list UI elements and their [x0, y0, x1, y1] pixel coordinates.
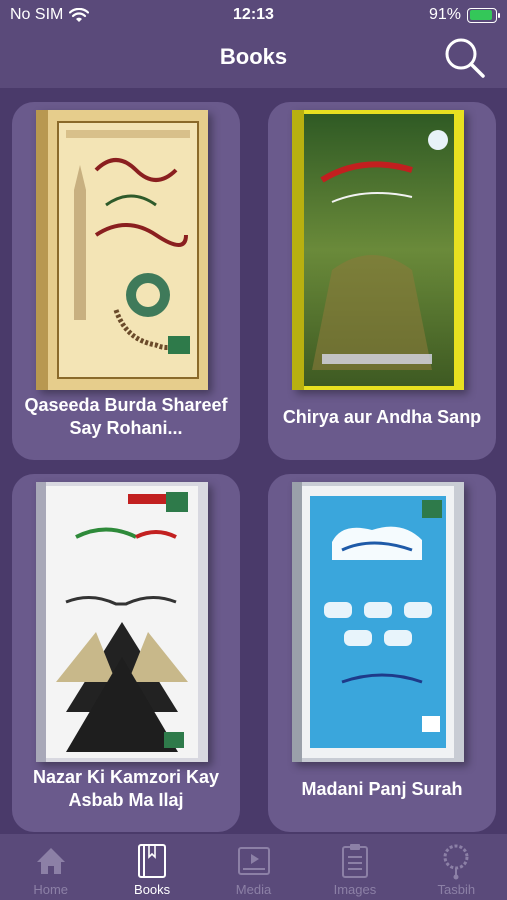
- tab-tasbih[interactable]: Tasbih: [406, 834, 507, 900]
- battery-icon: [467, 7, 500, 23]
- book-card[interactable]: Qaseeda Burda Shareef Say Rohani...: [12, 102, 240, 460]
- tab-images[interactable]: Images: [304, 834, 405, 900]
- tab-label: Books: [134, 882, 171, 897]
- tab-label: Tasbih: [437, 882, 476, 897]
- search-icon: [445, 38, 485, 78]
- books-grid: Qaseeda Burda Shareef Say Rohani... Chir…: [0, 88, 507, 834]
- book-cover: [36, 110, 208, 390]
- page-title: Books: [219, 44, 288, 69]
- book-title: Nazar Ki Kamzori Kay Asbab Ma Ilaj: [32, 767, 220, 810]
- tab-books[interactable]: Books: [101, 834, 202, 900]
- images-icon: [341, 844, 368, 878]
- search-button[interactable]: [443, 36, 487, 80]
- book-card[interactable]: Madani Panj Surah: [268, 474, 496, 832]
- home-icon: [36, 848, 65, 874]
- battery-status: 91%: [428, 6, 500, 24]
- tasbih-icon: [443, 844, 469, 880]
- status-bar: No SIM 12:13 91%: [0, 0, 507, 30]
- tab-label: Images: [333, 882, 377, 897]
- book-title: Chirya aur Andha Sanp: [282, 406, 482, 427]
- book-cover: [292, 482, 464, 762]
- book-cover: [36, 482, 208, 762]
- tab-label: Home: [33, 882, 69, 897]
- tab-home[interactable]: Home: [0, 834, 101, 900]
- book-card[interactable]: Chirya aur Andha Sanp: [268, 102, 496, 460]
- book-cover: [292, 110, 464, 390]
- battery-percent: 91%: [428, 6, 461, 23]
- book-title: Qaseeda Burda Shareef Say Rohani...: [24, 395, 228, 438]
- book-icon: [138, 844, 167, 878]
- tab-label: Media: [235, 882, 272, 897]
- tab-bar: Home Books Media Images Tasbih: [0, 834, 507, 900]
- media-icon: [237, 847, 270, 875]
- book-title: Madani Panj Surah: [301, 778, 463, 799]
- book-card[interactable]: Nazar Ki Kamzori Kay Asbab Ma Ilaj: [12, 474, 240, 832]
- tab-media[interactable]: Media: [203, 834, 304, 900]
